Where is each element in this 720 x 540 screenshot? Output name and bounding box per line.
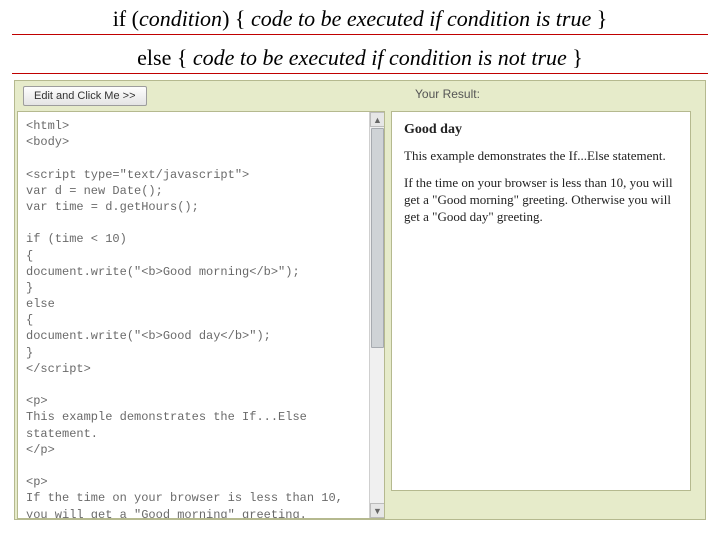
panes: <html> <body> <script type="text/javascr… xyxy=(15,111,705,519)
scroll-up-icon[interactable]: ▲ xyxy=(370,112,385,127)
underline-1 xyxy=(12,34,708,35)
kw-if: if ( xyxy=(113,6,139,31)
syntax-line-2: else { code to be executed if condition … xyxy=(0,39,720,73)
cond: condition xyxy=(139,6,222,31)
underline-2 xyxy=(12,73,708,74)
edit-button[interactable]: Edit and Click Me >> xyxy=(23,86,147,106)
scroll-down-icon[interactable]: ▼ xyxy=(370,503,385,518)
result-heading: Good day xyxy=(404,122,678,138)
body-true: code to be executed if condition is true xyxy=(251,6,591,31)
code-pane[interactable]: <html> <body> <script type="text/javascr… xyxy=(17,111,385,519)
tryit-editor: Edit and Click Me >> Your Result: <html>… xyxy=(14,80,706,520)
result-pane: Good day This example demonstrates the I… xyxy=(391,111,691,491)
toolbar: Edit and Click Me >> xyxy=(15,81,705,111)
kw-else: else { xyxy=(137,45,193,70)
result-p2: If the time on your browser is less than… xyxy=(404,175,678,226)
result-p1: This example demonstrates the If...Else … xyxy=(404,148,678,165)
result-label: Your Result: xyxy=(415,87,480,101)
code-text[interactable]: <html> <body> <script type="text/javascr… xyxy=(18,112,384,519)
scroll-thumb[interactable] xyxy=(371,128,384,348)
brace-close: } xyxy=(591,6,607,31)
brace-open: ) { xyxy=(222,6,251,31)
slide: if (condition) { code to be executed if … xyxy=(0,0,720,540)
brace-close-2: } xyxy=(567,45,583,70)
body-false: code to be executed if condition is not … xyxy=(193,45,567,70)
scrollbar[interactable]: ▲ ▼ xyxy=(369,112,384,518)
syntax-line-1: if (condition) { code to be executed if … xyxy=(0,0,720,34)
